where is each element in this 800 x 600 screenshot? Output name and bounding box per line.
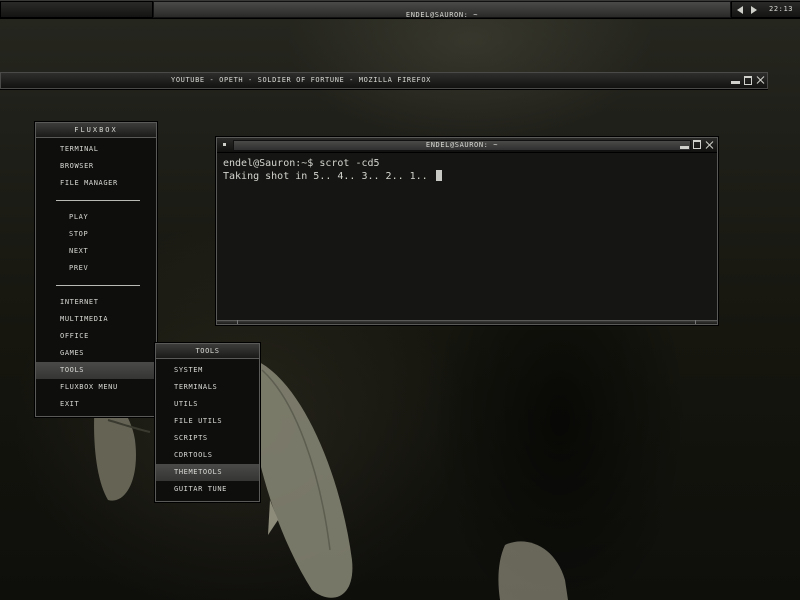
menu-item-games[interactable]: Games	[36, 345, 156, 362]
menu-item-utils[interactable]: Utils	[156, 396, 259, 413]
clock: 22:13	[769, 5, 794, 13]
text-cursor	[435, 170, 442, 181]
menu-item-prev[interactable]: Prev	[36, 260, 156, 277]
terminal-bottom-handle[interactable]	[217, 320, 717, 324]
resize-grip-right[interactable]	[695, 320, 696, 324]
menu-item-play[interactable]: Play	[36, 209, 156, 226]
menu-item-tools[interactable]: Tools	[36, 362, 156, 379]
minimize-icon[interactable]	[680, 141, 689, 149]
menu-separator	[36, 277, 156, 294]
tools-submenu: Tools System Terminals Utils File Utils …	[155, 343, 260, 502]
menu-title: Fluxbox	[36, 123, 156, 138]
close-icon[interactable]	[706, 141, 714, 149]
desktop[interactable]: endel@Sauron: ~ 22:13 YouTube - Opeth - …	[0, 0, 800, 600]
menu-item-file-manager[interactable]: File Manager	[36, 175, 156, 192]
menu-item-guitar-tune[interactable]: Guitar Tune	[156, 481, 259, 498]
fluxbox-root-menu: Fluxbox Terminal Browser File Manager Pl…	[35, 122, 157, 417]
firefox-window-title: YouTube - Opeth - Soldier of Fortune - M…	[171, 76, 431, 84]
terminal-title: endel@Sauron: ~	[425, 141, 499, 149]
maximize-icon[interactable]	[744, 76, 752, 85]
window-menu-icon[interactable]	[223, 143, 226, 146]
menu-item-system[interactable]: System	[156, 362, 259, 379]
menu-item-themetools[interactable]: ThemeTools	[156, 464, 259, 481]
menu-separator	[36, 192, 156, 209]
menu-item-office[interactable]: Office	[36, 328, 156, 345]
panel-right-slot: 22:13	[731, 1, 800, 18]
menu-item-next[interactable]: Next	[36, 243, 156, 260]
menu-item-internet[interactable]: Internet	[36, 294, 156, 311]
firefox-window-titlebar[interactable]: YouTube - Opeth - Soldier of Fortune - M…	[0, 72, 768, 89]
terminal-line: Taking shot in 5.. 4.. 3.. 2.. 1..	[223, 171, 434, 182]
resize-grip-left[interactable]	[237, 320, 238, 324]
workspace-slot[interactable]	[0, 1, 153, 18]
menu-item-fluxbox-menu[interactable]: Fluxbox menu	[36, 379, 156, 396]
menu-item-exit[interactable]: Exit	[36, 396, 156, 413]
menu-item-terminals[interactable]: Terminals	[156, 379, 259, 396]
next-workspace-icon[interactable]	[751, 6, 757, 14]
submenu-title: Tools	[156, 344, 259, 359]
close-icon[interactable]	[757, 76, 765, 84]
focused-window-title: endel@Sauron: ~	[405, 11, 479, 19]
maximize-icon[interactable]	[693, 140, 701, 149]
menu-item-scripts[interactable]: Scripts	[156, 430, 259, 447]
terminal-titlebar[interactable]: endel@Sauron: ~	[217, 138, 717, 153]
menu-item-multimedia[interactable]: Multimedia	[36, 311, 156, 328]
minimize-icon[interactable]	[731, 76, 740, 84]
terminal-window[interactable]: endel@Sauron: ~ endel@Sauron:~$ scrot -c…	[216, 137, 718, 325]
focused-window-title-slot[interactable]: endel@Sauron: ~	[153, 1, 731, 19]
menu-item-cdrtools[interactable]: CDRTools	[156, 447, 259, 464]
menu-item-browser[interactable]: Browser	[36, 158, 156, 175]
menu-item-terminal[interactable]: Terminal	[36, 141, 156, 158]
menu-item-file-utils[interactable]: File Utils	[156, 413, 259, 430]
prev-workspace-icon[interactable]	[737, 6, 743, 14]
terminal-output[interactable]: endel@Sauron:~$ scrot -cd5 Taking shot in…	[223, 158, 711, 308]
top-panel: endel@Sauron: ~ 22:13	[0, 0, 800, 19]
terminal-line: endel@Sauron:~$ scrot -cd5	[223, 158, 380, 169]
menu-item-stop[interactable]: Stop	[36, 226, 156, 243]
terminal-line-with-cursor: Taking shot in 5.. 4.. 3.. 2.. 1..	[223, 170, 711, 183]
